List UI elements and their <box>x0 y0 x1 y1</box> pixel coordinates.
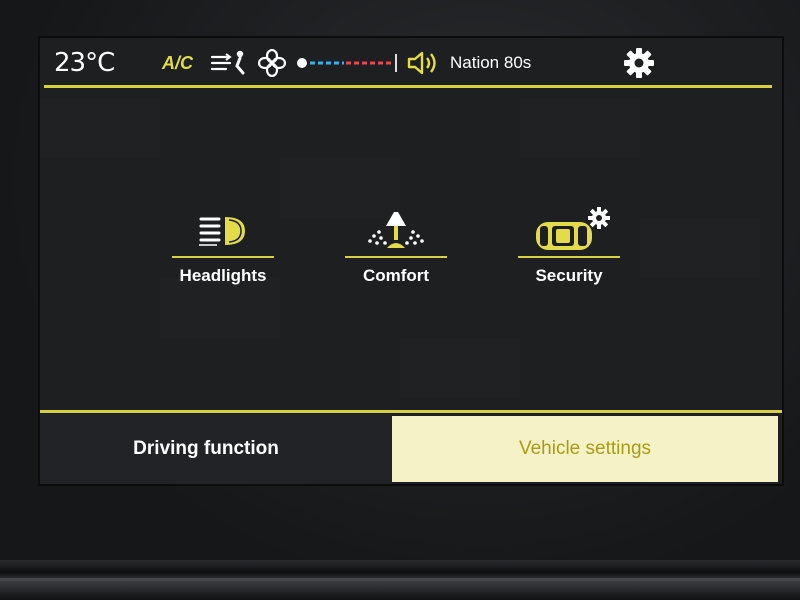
airflow-icon[interactable] <box>210 48 248 78</box>
volume-icon[interactable] <box>406 48 442 78</box>
bg-tile <box>40 98 160 158</box>
temperature-readout[interactable]: 23°C <box>54 48 115 78</box>
bg-tile <box>400 338 520 398</box>
bg-tile <box>520 98 640 158</box>
menu-item-headlights[interactable]: Headlights <box>172 198 274 298</box>
settings-gear-icon[interactable] <box>622 48 656 78</box>
radio-station[interactable]: Nation 80s <box>450 48 531 78</box>
menu-item-label: Comfort <box>362 266 430 285</box>
menu-item-security[interactable]: Security <box>518 198 620 298</box>
menu-item-label: Security <box>535 266 603 285</box>
tab-driving-function[interactable]: Driving function <box>40 414 392 484</box>
menu-item-label: Headlights <box>179 266 267 285</box>
comfort-lamp-icon <box>345 208 447 254</box>
menu-item-comfort[interactable]: Comfort <box>345 198 447 298</box>
status-bar: 23°C A/C Nation 80s <box>40 38 782 88</box>
status-bar-divider <box>44 85 772 88</box>
headlight-icon <box>172 208 274 254</box>
menu-item-underline <box>518 256 620 258</box>
status-separator <box>395 54 397 72</box>
menu-item-underline <box>172 256 274 258</box>
security-car-icon <box>518 207 620 254</box>
ac-button[interactable]: A/C <box>162 48 193 78</box>
menu-item-underline <box>345 256 447 258</box>
tab-vehicle-settings[interactable]: Vehicle settings <box>392 416 778 482</box>
tabs-divider <box>40 410 782 413</box>
fan-icon[interactable] <box>258 48 286 78</box>
temperature-slider[interactable] <box>296 48 396 78</box>
bezel-chrome-line <box>0 578 800 581</box>
infotainment-screen: 23°C A/C Nation 80s Headlights Comfort S… <box>40 38 782 484</box>
bg-tile <box>640 218 760 278</box>
